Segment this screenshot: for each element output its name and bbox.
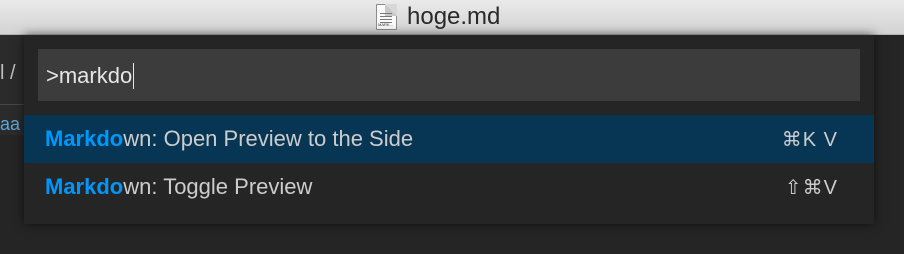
markdown-file-icon: MARK...	[376, 4, 397, 30]
editor-divider	[0, 104, 24, 105]
window-titlebar: MARK... hoge.md	[0, 0, 904, 35]
command-item-rest: wn: Toggle Preview	[123, 174, 313, 199]
command-palette-input[interactable]: >markdo	[38, 49, 860, 101]
command-item-label: Markdown: Toggle Preview	[45, 174, 312, 200]
command-palette: >markdo Markdown: Open Preview to the Si…	[24, 35, 874, 224]
command-item-match: Markdo	[45, 126, 124, 151]
command-item-rest: wn: Open Preview to the Side	[123, 126, 414, 151]
command-palette-input-value: >markdo	[46, 63, 133, 88]
file-icon-tag: MARK...	[378, 22, 393, 27]
window-title: hoge.md	[407, 3, 501, 30]
command-item-match: Markdo	[45, 174, 124, 199]
command-item-keybinding: ⌘K V	[781, 128, 838, 151]
editor-text-fragment: l /	[0, 62, 16, 84]
editor-text-fragment: aa	[0, 114, 21, 134]
text-caret	[133, 63, 135, 89]
command-item-open-preview-side[interactable]: Markdown: Open Preview to the Side ⌘K V	[24, 115, 874, 163]
command-item-toggle-preview[interactable]: Markdown: Toggle Preview ⇧⌘V	[24, 163, 874, 211]
command-item-label: Markdown: Open Preview to the Side	[45, 126, 413, 152]
command-item-keybinding: ⇧⌘V	[784, 176, 838, 199]
window-title-group: MARK... hoge.md	[376, 4, 500, 30]
